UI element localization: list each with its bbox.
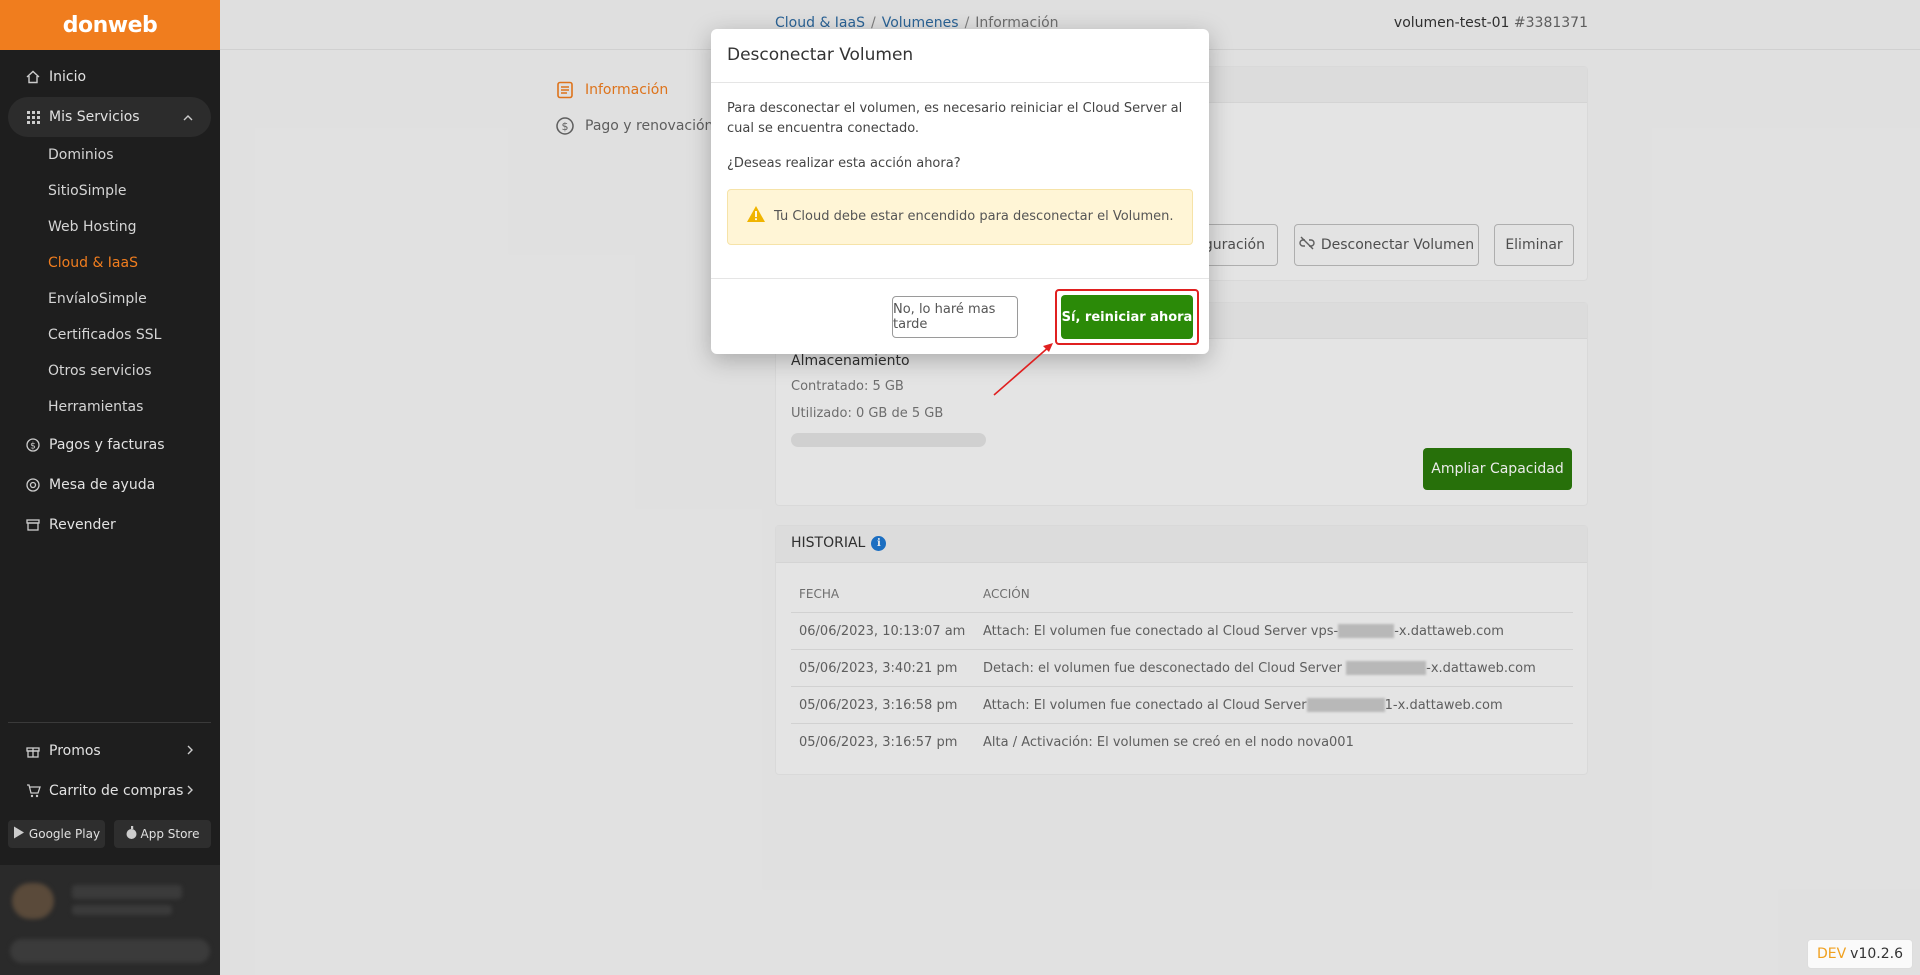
svg-text:$: $ <box>30 442 36 452</box>
warning-icon <box>746 205 766 230</box>
sidebar-item-label: Pagos y facturas <box>49 437 165 453</box>
sidebar-item-mesa-de-ayuda[interactable]: Mesa de ayuda <box>8 465 211 505</box>
user-action-redacted <box>10 939 210 963</box>
highlight-box: Sí, reiniciar ahora <box>1055 289 1199 345</box>
sidebar-sub-sitiosimple[interactable]: SitioSimple <box>48 173 127 209</box>
version-number: v10.2.6 <box>1850 946 1903 962</box>
sidebar-item-label: Inicio <box>49 69 87 85</box>
annotation-arrow-icon <box>993 343 1053 396</box>
sidebar-item-label: Revender <box>49 517 116 533</box>
avatar <box>12 883 54 919</box>
chevron-right-icon <box>187 783 193 799</box>
modal-body: Para desconectar el volumen, es necesari… <box>711 83 1209 245</box>
gift-icon <box>25 743 41 759</box>
sidebar-item-pagos[interactable]: $ Pagos y facturas <box>8 425 211 465</box>
grid-icon <box>25 109 41 125</box>
google-play-button[interactable]: Google Play <box>8 820 105 848</box>
sidebar-sub-cloud-iaas[interactable]: Cloud & IaaS <box>48 245 138 281</box>
logo[interactable]: donweb <box>0 0 220 50</box>
sidebar-item-label: Mis Servicios <box>49 109 140 125</box>
user-profile[interactable] <box>0 865 220 975</box>
sidebar-divider <box>8 722 211 723</box>
sidebar-sub-herramientas[interactable]: Herramientas <box>48 389 143 425</box>
lifebuoy-icon <box>25 477 41 493</box>
modal-footer: No, lo haré mas tarde Sí, reiniciar ahor… <box>711 278 1209 354</box>
sidebar-item-inicio[interactable]: Inicio <box>8 57 211 97</box>
sidebar-sub-envialosimple[interactable]: EnvíaloSimple <box>48 281 147 317</box>
modal-question: ¿Deseas realizar esta acción ahora? <box>727 156 961 171</box>
google-play-icon <box>13 826 25 842</box>
sidebar-item-mis-servicios[interactable]: Mis Servicios <box>8 97 211 137</box>
modal-title: Desconectar Volumen <box>711 29 1209 83</box>
sidebar-item-label: Promos <box>49 743 101 759</box>
version-badge: DEV v10.2.6 <box>1806 939 1913 969</box>
sidebar-item-label: Carrito de compras <box>49 783 184 799</box>
warning-alert: Tu Cloud debe estar encendido para desco… <box>727 189 1193 245</box>
home-icon <box>25 69 41 85</box>
sidebar-item-promos[interactable]: Promos <box>8 731 211 771</box>
user-email-redacted <box>72 905 172 915</box>
chevron-up-icon <box>183 109 193 125</box>
sidebar-item-carrito[interactable]: Carrito de compras <box>8 771 211 811</box>
sidebar-sub-web-hosting[interactable]: Web Hosting <box>48 209 137 245</box>
sidebar-item-label: Mesa de ayuda <box>49 477 156 493</box>
user-name-redacted <box>72 885 182 899</box>
dollar-icon: $ <box>25 437 41 453</box>
confirm-restart-button[interactable]: Sí, reiniciar ahora <box>1061 295 1193 339</box>
modal-message: Para desconectar el volumen, es necesari… <box>727 101 1183 136</box>
sidebar-item-revender[interactable]: Revender <box>8 505 211 545</box>
sidebar-sub-certificados-ssl[interactable]: Certificados SSL <box>48 317 161 353</box>
cart-icon <box>25 783 41 799</box>
sidebar-sub-dominios[interactable]: Dominios <box>48 137 114 173</box>
chevron-right-icon <box>187 743 193 759</box>
sidebar: donweb Inicio Mis Servicios Dominios Sit… <box>0 0 220 975</box>
env-label: DEV <box>1816 946 1847 962</box>
google-play-label: Google Play <box>28 827 101 841</box>
app-store-button[interactable]: App Store <box>114 820 211 848</box>
warning-text: Tu Cloud debe estar encendido para desco… <box>774 209 1174 224</box>
store-icon <box>25 517 41 533</box>
app-store-label: App Store <box>140 827 200 841</box>
sidebar-sub-otros-servicios[interactable]: Otros servicios <box>48 353 152 389</box>
apple-icon <box>126 826 137 842</box>
disconnect-volume-modal: Desconectar Volumen Para desconectar el … <box>711 29 1209 354</box>
cancel-button[interactable]: No, lo haré mas tarde <box>892 296 1018 338</box>
